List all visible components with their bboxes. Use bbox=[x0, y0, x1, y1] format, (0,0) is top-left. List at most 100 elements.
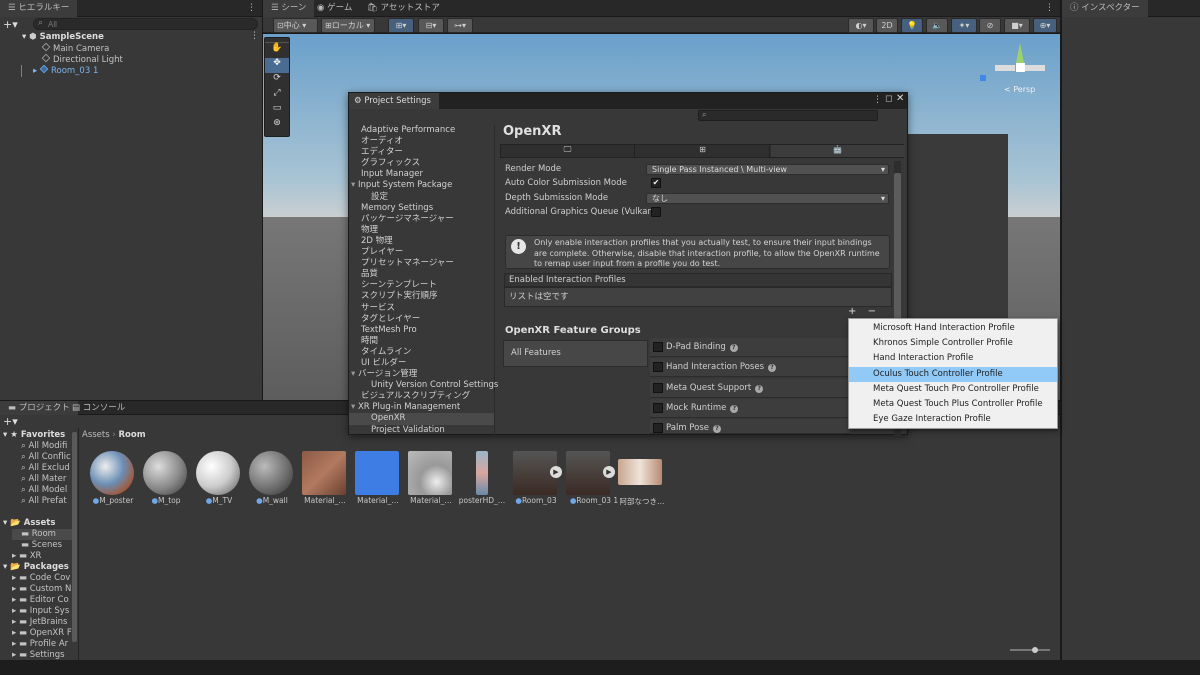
pivot-dropdown[interactable]: ⊡中心 ▾ bbox=[273, 18, 318, 33]
zoom-slider[interactable] bbox=[1010, 647, 1050, 653]
render-mode-dropdown[interactable]: Single Pass Instanced \ Multi-view ▾ bbox=[646, 164, 889, 175]
auto-color-checkbox[interactable]: ✔ bbox=[651, 178, 661, 188]
package-item[interactable]: ▸ ▬ Settings bbox=[12, 650, 65, 660]
favorite-item[interactable]: ⌕ All Mater bbox=[21, 474, 66, 485]
sidebar-item[interactable]: プリセットマネージャー bbox=[349, 258, 494, 269]
move-tool-icon[interactable]: ✥ bbox=[265, 58, 289, 73]
assets-folder[interactable]: ▾ 📂 Assets bbox=[3, 518, 55, 529]
sidebar-item[interactable]: オーディオ bbox=[349, 136, 494, 147]
asset-thumb-room-03-1[interactable]: ▶ bbox=[566, 451, 615, 495]
package-item[interactable]: ▸ ▬ OpenXR F bbox=[12, 628, 72, 639]
asset-thumb-m-tv[interactable] bbox=[196, 451, 240, 495]
breadcrumb-assets[interactable]: Assets bbox=[82, 430, 110, 440]
tree-scrollbar[interactable] bbox=[72, 432, 77, 642]
scene-root[interactable]: ▾ ⬢ SampleScene bbox=[22, 32, 104, 43]
sidebar-item[interactable]: UI ビルダー bbox=[349, 358, 494, 369]
help-icon[interactable]: ? bbox=[768, 364, 777, 372]
tab-console[interactable]: ▤ コンソール bbox=[64, 401, 133, 415]
sidebar-item[interactable]: 時間 bbox=[349, 336, 494, 347]
breadcrumb-room[interactable]: Room bbox=[118, 430, 145, 440]
package-item[interactable]: ▸ ▬ Code Cov bbox=[12, 573, 70, 584]
more-icon[interactable]: ⋮ bbox=[250, 31, 259, 41]
rect-tool-icon[interactable]: ▭ bbox=[265, 103, 289, 118]
favorite-item[interactable]: ⌕ All Modifi bbox=[21, 441, 67, 452]
close-icon[interactable]: ✕ bbox=[896, 93, 904, 104]
gizmos-button[interactable]: ⊕▾ bbox=[1033, 18, 1057, 33]
tab-hierarchy[interactable]: ☰ ヒエラルキー bbox=[0, 0, 78, 17]
increment-snap-button[interactable]: ⊶▾ bbox=[447, 18, 473, 33]
hand-tool-icon[interactable]: ✋ bbox=[265, 43, 289, 58]
more-icon[interactable]: ⋮ bbox=[1045, 3, 1054, 13]
folder-room[interactable]: ▬ Room bbox=[12, 529, 72, 540]
sidebar-item[interactable]: 品質 bbox=[349, 269, 494, 280]
popup-item[interactable]: Meta Quest Touch Pro Controller Profile bbox=[849, 382, 1057, 397]
sidebar-item[interactable]: ▾ XR Plug-in Management bbox=[349, 402, 494, 413]
asset-thumb-material-1[interactable] bbox=[302, 451, 346, 495]
sidebar-item[interactable]: スクリプト実行順序 bbox=[349, 291, 494, 302]
zoom-slider-handle[interactable] bbox=[1032, 647, 1038, 653]
asset-thumb-poster-hd[interactable] bbox=[476, 451, 488, 495]
more-icon[interactable]: ⋮ bbox=[873, 95, 882, 105]
tab-inspector[interactable]: ⓘ インスペクター bbox=[1062, 0, 1148, 17]
graphics-queue-checkbox[interactable] bbox=[651, 207, 661, 217]
asset-thumb-m-poster[interactable] bbox=[90, 451, 134, 495]
draw-mode-button[interactable]: ◐▾ bbox=[848, 18, 874, 33]
popup-item[interactable]: Eye Gaze Interaction Profile bbox=[849, 412, 1057, 427]
orientation-gizmo[interactable]: < Persp bbox=[980, 41, 1047, 101]
sidebar-item[interactable]: ビジュアルスクリプティング bbox=[349, 391, 494, 402]
help-icon[interactable]: ? bbox=[730, 405, 739, 413]
feature-checkbox[interactable] bbox=[653, 383, 663, 393]
hidden-objects-button[interactable]: ⊘ bbox=[979, 18, 1001, 33]
tab-standalone[interactable]: 🖵 bbox=[501, 145, 635, 157]
feature-row[interactable]: Mock Runtime? bbox=[650, 399, 850, 418]
audio-button[interactable]: 🔈 bbox=[926, 18, 948, 33]
popup-item[interactable]: Meta Quest Touch Plus Controller Profile bbox=[849, 397, 1057, 412]
tab-windows-store[interactable]: ⊞ bbox=[636, 145, 770, 157]
tab-scene[interactable]: ☰ シーン bbox=[263, 0, 315, 17]
effects-button[interactable]: ✦▾ bbox=[951, 18, 977, 33]
sidebar-item[interactable]: グラフィックス bbox=[349, 158, 494, 169]
toggle-2d-button[interactable]: 2D bbox=[876, 18, 898, 33]
play-icon[interactable]: ▶ bbox=[603, 466, 615, 478]
rotate-tool-icon[interactable]: ⟳ bbox=[265, 73, 289, 88]
sidebar-item[interactable]: 物理 bbox=[349, 225, 494, 236]
package-item[interactable]: ▸ ▬ Profile Ar bbox=[12, 639, 68, 650]
tab-android[interactable]: 🤖 bbox=[771, 145, 904, 157]
window-titlebar[interactable]: ⚙ Project Settings ⋮ ◻ ✕ bbox=[349, 93, 907, 109]
feature-row[interactable]: D-Pad Binding? bbox=[650, 338, 850, 357]
asset-thumb-material-3[interactable] bbox=[408, 451, 452, 495]
sidebar-item[interactable]: サービス bbox=[349, 303, 494, 314]
space-dropdown[interactable]: ⊞ローカル ▾ bbox=[321, 18, 375, 33]
help-icon[interactable]: ? bbox=[712, 425, 721, 433]
sidebar-item[interactable]: タグとレイヤー bbox=[349, 314, 494, 325]
sidebar-item[interactable]: Project Validation bbox=[349, 425, 494, 436]
feature-row[interactable]: Meta Quest Support? bbox=[650, 379, 850, 398]
sidebar-item[interactable]: ▾ バージョン管理 bbox=[349, 369, 494, 380]
hierarchy-item-main-camera[interactable]: Main Camera bbox=[41, 42, 109, 54]
camera-button[interactable]: ■▾ bbox=[1004, 18, 1030, 33]
sidebar-item[interactable]: 2D 物理 bbox=[349, 236, 494, 247]
favorite-item[interactable]: ⌕ All Conflic bbox=[21, 452, 71, 463]
hierarchy-item-directional-light[interactable]: Directional Light bbox=[41, 53, 123, 65]
hierarchy-search-input[interactable] bbox=[48, 19, 228, 29]
sidebar-item[interactable]: プレイヤー bbox=[349, 247, 494, 258]
scale-tool-icon[interactable]: ⤢ bbox=[265, 88, 289, 103]
sidebar-item[interactable]: Unity Version Control Settings bbox=[349, 380, 498, 391]
depth-dropdown[interactable]: なし ▾ bbox=[646, 193, 889, 204]
lighting-button[interactable]: 💡 bbox=[901, 18, 923, 33]
favorite-item[interactable]: ⌕ All Prefat bbox=[21, 496, 67, 507]
package-item[interactable]: ▸ ▬ Input Sys bbox=[12, 606, 69, 617]
all-features-button[interactable]: All Features bbox=[503, 340, 648, 367]
sidebar-item[interactable]: エディター bbox=[349, 147, 494, 158]
asset-thumb-room-03[interactable]: ▶ bbox=[513, 451, 562, 495]
grid-snap-button[interactable]: ⊞▾ bbox=[388, 18, 414, 33]
snap-button[interactable]: ⊟▾ bbox=[418, 18, 444, 33]
folder-scenes[interactable]: ▬ Scenes bbox=[21, 540, 62, 551]
sidebar-item[interactable]: タイムライン bbox=[349, 347, 494, 358]
package-item[interactable]: ▸ ▬ Custom N bbox=[12, 584, 71, 595]
package-item[interactable]: ▸ ▬ Editor Co bbox=[12, 595, 69, 606]
sidebar-item[interactable]: Memory Settings bbox=[349, 203, 494, 214]
sidebar-item[interactable]: パッケージマネージャー bbox=[349, 214, 494, 225]
tab-asset-store[interactable]: 🛍 アセットストア bbox=[359, 0, 448, 17]
hierarchy-search[interactable]: ⌕ bbox=[33, 18, 258, 30]
